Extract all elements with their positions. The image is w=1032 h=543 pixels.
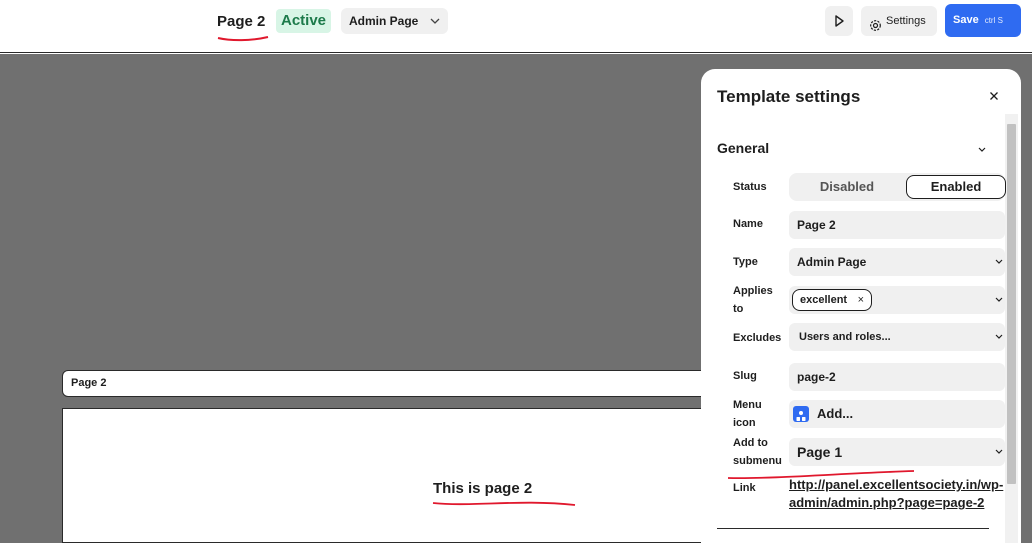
chevron-down-icon (430, 8, 440, 43)
status-badge[interactable]: Active (276, 9, 332, 33)
section-divider (717, 528, 989, 529)
admin-page-content[interactable]: This is page 2 (62, 408, 722, 543)
submenu-select[interactable]: Page 1 (789, 438, 1005, 466)
name-value: Page 2 (797, 218, 836, 232)
remove-tag-icon[interactable]: × (858, 290, 864, 310)
status-toggle[interactable]: Disabled Enabled (789, 173, 1006, 201)
submenu-label: Add to submenu (733, 437, 782, 467)
submenu-value: Page 1 (797, 444, 843, 460)
menu-icon-value: Add... (817, 406, 854, 421)
play-icon (835, 15, 844, 27)
chevron-down-icon (995, 248, 1003, 286)
annotation-underline (432, 501, 576, 506)
page-title[interactable]: Page 2 (217, 13, 265, 30)
admin-page-title-bar: Page 2 (62, 370, 722, 397)
settings-label: Settings (886, 15, 926, 27)
scrollbar-thumb[interactable] (1007, 124, 1016, 484)
menu-icon-picker[interactable]: Add... (789, 400, 1005, 428)
slug-label: Slug (733, 370, 757, 382)
admin-page-title: Page 2 (71, 377, 107, 389)
applies-to-tag[interactable]: excellent × (792, 289, 873, 311)
applies-to-label: Applies to (733, 285, 773, 315)
menu-icon-label: Menu icon (733, 399, 762, 429)
save-shortcut: ctrl S (984, 16, 1003, 25)
save-button[interactable]: Save ctrl S (945, 4, 1021, 37)
type-label: Type (733, 256, 758, 268)
applies-to-field[interactable]: excellent × (789, 286, 1005, 314)
settings-button[interactable]: Settings (861, 6, 937, 36)
chevron-down-icon (995, 438, 1003, 475)
close-icon[interactable] (987, 89, 1001, 103)
menu-icon-preview-icon (793, 406, 809, 422)
slug-value: page-2 (797, 370, 836, 384)
top-bar: Page 2 Active Admin Page Settings Save ct… (0, 0, 1032, 53)
name-field[interactable]: Page 2 (789, 211, 1005, 239)
excludes-label: Excludes (733, 332, 782, 344)
template-type-select[interactable]: Admin Page (341, 8, 448, 34)
preview-button[interactable] (825, 6, 853, 36)
slug-field[interactable]: page-2 (789, 363, 1005, 391)
excludes-placeholder: Users and roles... (799, 331, 891, 343)
status-enabled-option[interactable]: Enabled (906, 175, 1006, 199)
save-label: Save (953, 14, 979, 26)
name-label: Name (733, 218, 763, 230)
status-label: Status (733, 181, 767, 193)
chevron-down-icon (995, 323, 1003, 362)
status-disabled-option[interactable]: Disabled (789, 173, 905, 201)
content-heading[interactable]: This is page 2 (433, 480, 532, 497)
panel-title: Template settings (717, 87, 861, 106)
annotation-underline (217, 36, 269, 42)
applies-to-tag-label: excellent (800, 294, 848, 306)
page-link[interactable]: http://panel.excellentsociety.in/wp-admi… (789, 476, 1009, 512)
template-type-value: Admin Page (349, 14, 419, 28)
type-select[interactable]: Admin Page (789, 248, 1005, 276)
chevron-down-icon (995, 286, 1003, 324)
type-value: Admin Page (797, 255, 867, 269)
excludes-select[interactable]: Users and roles... (789, 323, 1005, 351)
gear-icon (869, 14, 882, 44)
section-general[interactable]: General (717, 140, 769, 156)
template-settings-panel: Template settings General Status Disable… (701, 69, 1021, 543)
chevron-down-icon[interactable] (977, 141, 987, 159)
link-label: Link (733, 482, 756, 494)
